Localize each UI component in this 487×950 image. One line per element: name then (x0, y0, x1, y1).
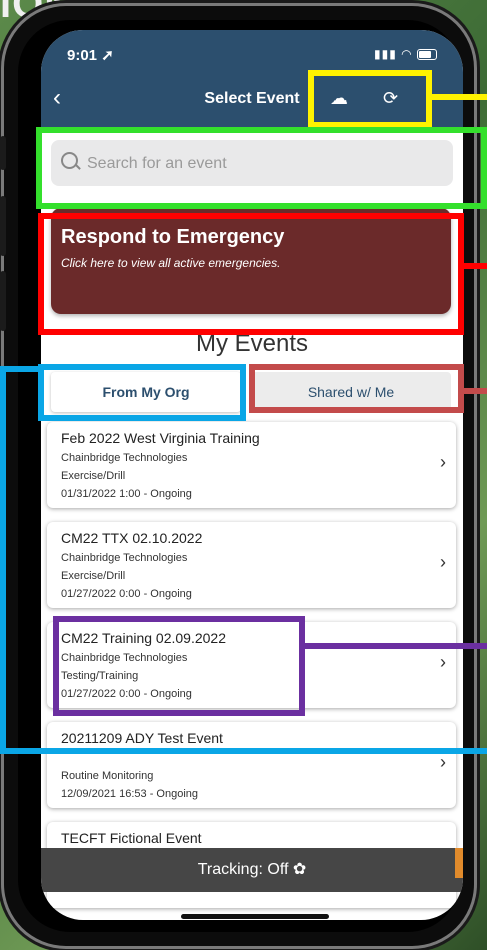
event-name: TECFT Fictional Event (61, 830, 202, 846)
event-type: Routine Monitoring (61, 770, 154, 782)
event-date: 12/09/2021 16:53 - Ongoing (61, 788, 199, 800)
chevron-right-icon: › (440, 452, 446, 472)
event-item[interactable]: 20211209 ADY Test Event Routine Monitori… (47, 722, 456, 808)
event-date: 01/31/2022 1:00 - Ongoing (61, 488, 192, 500)
phone-volume-up (0, 196, 6, 256)
event-name: Feb 2022 West Virginia Training (61, 430, 260, 446)
tracking-toggle[interactable]: Tracking: Off ✿ (41, 848, 463, 892)
status-time: 9:01 ➚ (67, 47, 114, 64)
annotation-line-blue-bottom (0, 748, 487, 754)
annotation-box-header-actions (308, 70, 432, 128)
wifi-icon: ◠ (401, 47, 413, 61)
annotation-box-emergency (38, 213, 464, 335)
annotation-line-red (464, 263, 487, 269)
status-indicators: ▮▮▮ ◠ (374, 47, 437, 61)
phone-volume-down (0, 271, 6, 331)
battery-icon (417, 49, 437, 61)
annotation-box-event-item (53, 616, 305, 716)
chevron-right-icon: › (440, 752, 446, 772)
annotation-line-blue-left (0, 366, 6, 754)
annotation-box-search (36, 127, 487, 209)
event-date: 01/27/2022 0:00 - Ongoing (61, 588, 192, 600)
home-indicator (181, 914, 329, 919)
annotation-line-purple (305, 643, 487, 649)
event-item[interactable]: Feb 2022 West Virginia Training Chainbri… (47, 422, 456, 508)
annotation-line-rose (464, 388, 487, 394)
tracking-value: Off (267, 861, 289, 878)
event-name: CM22 TTX 02.10.2022 (61, 530, 203, 546)
event-org: Chainbridge Technologies (61, 552, 188, 564)
gear-icon: ✿ (292, 861, 307, 878)
event-item[interactable]: CM22 TTX 02.10.2022 Chainbridge Technolo… (47, 522, 456, 608)
event-org: Chainbridge Technologies (61, 452, 188, 464)
annotation-box-my-org-tab (38, 364, 246, 421)
signal-icon: ▮▮▮ (374, 47, 397, 61)
tracking-label: Tracking: (197, 861, 263, 878)
event-type: Exercise/Drill (61, 470, 126, 482)
chevron-right-icon: › (440, 652, 446, 672)
annotation-line-yellow (432, 94, 487, 100)
event-type: Exercise/Drill (61, 570, 126, 582)
tracking-accent (455, 848, 463, 878)
event-name: 20211209 ADY Test Event (61, 730, 223, 746)
chevron-right-icon: › (440, 552, 446, 572)
phone-mute-switch (0, 136, 6, 170)
annotation-box-shared-tab (249, 364, 464, 413)
